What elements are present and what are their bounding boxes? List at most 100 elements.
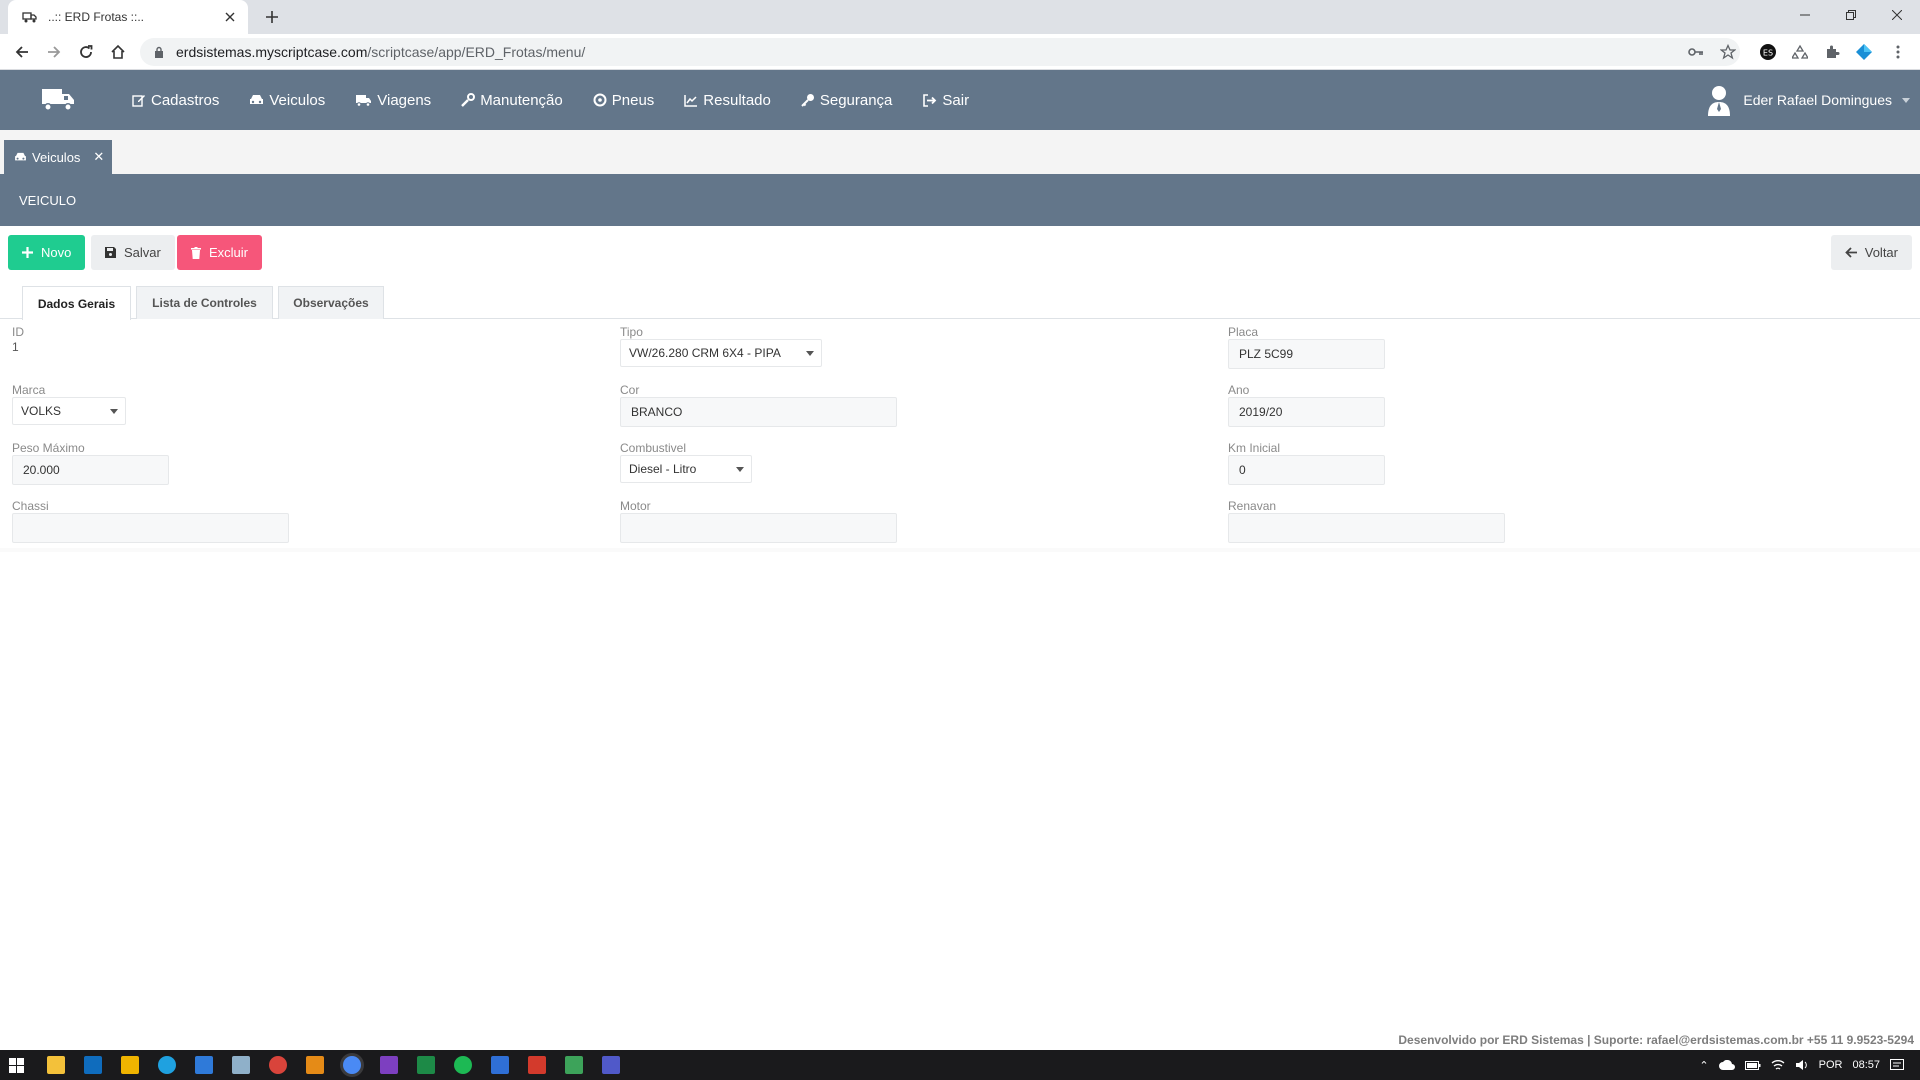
combustivel-select[interactable]: Diesel - Litro — [620, 455, 752, 483]
sticky-icon[interactable] — [121, 1056, 139, 1074]
motor-field[interactable] — [620, 513, 897, 543]
sign-out-icon — [922, 93, 937, 107]
ano-label: Ano — [1228, 383, 1250, 397]
app-purple-icon[interactable] — [380, 1056, 398, 1074]
windows-start-icon[interactable] — [9, 1058, 24, 1073]
main-menu: Cadastros Veiculos Viagens Manutenção Pn… — [132, 70, 969, 130]
outlook-icon[interactable] — [84, 1056, 102, 1074]
placa-field[interactable]: PLZ 5C99 — [1228, 339, 1385, 369]
language-indicator[interactable]: POR — [1819, 1059, 1843, 1071]
lock-icon — [154, 46, 164, 58]
peso-maximo-label: Peso Máximo — [12, 441, 85, 455]
close-icon[interactable]: ✕ — [93, 149, 104, 165]
caret-down-icon — [806, 351, 814, 356]
chrome-icon[interactable] — [343, 1056, 361, 1074]
volume-icon[interactable] — [1795, 1059, 1809, 1071]
forward-icon[interactable] — [42, 40, 66, 64]
peso-maximo-field[interactable]: 20.000 — [12, 455, 169, 485]
extension-diamond-icon[interactable] — [1854, 42, 1874, 62]
menu-cadastros[interactable]: Cadastros — [132, 92, 219, 109]
notification-icon[interactable] — [1890, 1058, 1904, 1072]
novo-button[interactable]: Novo — [8, 235, 86, 270]
tipo-label: Tipo — [620, 325, 643, 339]
marca-select[interactable]: VOLKS — [12, 397, 126, 425]
plus-icon — [22, 247, 33, 258]
browser-tab-bar: ..:: ERD Frotas ::.. — [0, 0, 1920, 34]
wifi-icon[interactable] — [1771, 1059, 1785, 1071]
url-path: /scriptcase/app/ERD_Frotas/menu/ — [367, 44, 586, 60]
mail-icon[interactable] — [195, 1056, 213, 1074]
cloud-icon[interactable] — [1718, 1060, 1735, 1070]
file-explorer-icon[interactable] — [47, 1056, 65, 1074]
app-tab-veiculos[interactable]: Veiculos ✕ — [4, 140, 113, 174]
word-icon[interactable] — [491, 1056, 509, 1074]
tipo-select[interactable]: VW/26.280 CRM 6X4 - PIPA — [620, 339, 822, 367]
puzzle-icon[interactable] — [1822, 42, 1842, 62]
recycle-icon[interactable] — [1790, 42, 1810, 62]
tire-icon — [593, 93, 607, 107]
teams-icon[interactable] — [602, 1056, 620, 1074]
restore-icon[interactable] — [1828, 0, 1874, 30]
edge-icon[interactable] — [158, 1056, 176, 1074]
renavan-field[interactable] — [1228, 513, 1505, 543]
chevron-up-icon[interactable]: ⌃ — [1699, 1059, 1708, 1072]
tab-lista-de-controles[interactable]: Lista de Controles — [136, 286, 273, 319]
spotify-icon[interactable] — [454, 1056, 472, 1074]
shield-app-icon[interactable] — [528, 1056, 546, 1074]
car-icon — [249, 94, 264, 106]
key-icon[interactable] — [1686, 42, 1706, 62]
user-menu[interactable]: Eder Rafael Domingues — [1705, 80, 1910, 120]
app-red-icon[interactable] — [269, 1056, 287, 1074]
menu-pneus[interactable]: Pneus — [593, 92, 654, 109]
battery-icon[interactable] — [1744, 1060, 1761, 1070]
id-value: 1 — [12, 340, 19, 354]
ano-field[interactable]: 2019/20 — [1228, 397, 1385, 427]
user-name: Eder Rafael Domingues — [1743, 92, 1892, 108]
minimize-icon[interactable] — [1782, 0, 1828, 30]
excluir-button[interactable]: Excluir — [177, 235, 263, 270]
menu-veiculos[interactable]: Veiculos — [249, 92, 325, 109]
home-icon[interactable] — [106, 40, 130, 64]
truck-favicon-icon — [22, 9, 38, 25]
clock[interactable]: 08:57 — [1852, 1059, 1880, 1071]
sheets-icon[interactable] — [565, 1056, 583, 1074]
marca-label: Marca — [12, 383, 46, 397]
page-title: VEICULO — [0, 174, 1920, 226]
tab-observacoes[interactable]: Observações — [278, 286, 384, 319]
back-icon[interactable] — [10, 40, 34, 64]
placa-label: Placa — [1228, 325, 1259, 339]
chassi-field[interactable] — [12, 513, 289, 543]
car-icon — [14, 152, 27, 162]
close-tab-icon[interactable] — [222, 9, 238, 25]
url-host: erdsistemas.myscriptcase.com — [176, 44, 368, 60]
chart-icon — [684, 94, 698, 107]
cor-field[interactable]: BRANCO — [620, 397, 897, 427]
logo-truck-icon[interactable] — [40, 85, 76, 113]
menu-sair[interactable]: Sair — [922, 92, 969, 109]
notepad-icon[interactable] — [232, 1056, 250, 1074]
menu-viagens[interactable]: Viagens — [355, 92, 431, 109]
save-icon — [105, 247, 116, 258]
app-tab-strip: Veiculos ✕ — [0, 130, 1920, 174]
voltar-button[interactable]: Voltar — [1830, 235, 1912, 270]
menu-manutencao[interactable]: Manutenção — [461, 92, 563, 109]
url-field[interactable]: erdsistemas.myscriptcase.com/scriptcase/… — [140, 38, 1740, 66]
menu-seguranca[interactable]: Segurança — [801, 92, 892, 109]
caret-down-icon — [736, 467, 744, 472]
close-window-icon[interactable] — [1874, 0, 1920, 30]
sublime-icon[interactable] — [306, 1056, 324, 1074]
excel-icon[interactable] — [417, 1056, 435, 1074]
key-icon — [801, 93, 815, 107]
menu-resultado[interactable]: Resultado — [684, 92, 771, 109]
new-tab-icon[interactable] — [260, 5, 284, 29]
reload-icon[interactable] — [74, 40, 98, 64]
caret-down-icon — [110, 409, 118, 414]
salvar-button[interactable]: Salvar — [91, 235, 175, 270]
form-bottom-border — [0, 548, 1920, 552]
km-inicial-field[interactable]: 0 — [1228, 455, 1385, 485]
star-icon[interactable] — [1718, 42, 1738, 62]
extension-es-icon[interactable]: ES — [1758, 42, 1778, 62]
browser-tab[interactable]: ..:: ERD Frotas ::.. — [8, 0, 248, 34]
tab-dados-gerais[interactable]: Dados Gerais — [22, 286, 131, 320]
browser-menu-icon[interactable] — [1888, 42, 1908, 62]
